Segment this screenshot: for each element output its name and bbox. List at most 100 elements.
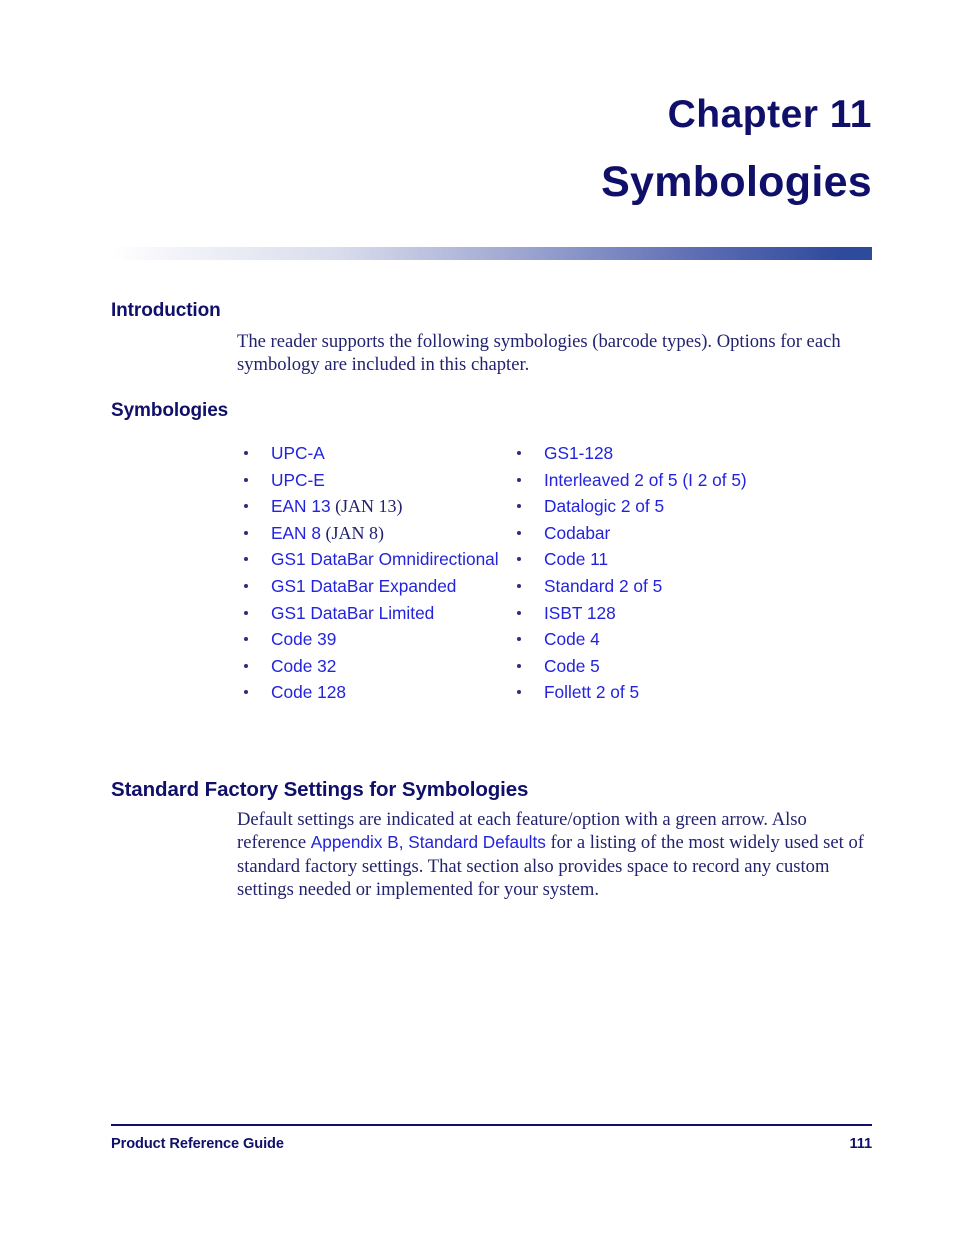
- bullet-dot-icon: [517, 690, 521, 695]
- symbology-label: GS1 DataBar Omnidirectional: [271, 549, 499, 570]
- factory-settings-text: Default settings are indicated at each f…: [237, 808, 873, 901]
- symbology-link[interactable]: GS1 DataBar Expanded: [271, 573, 456, 600]
- symbology-label: Code 32: [271, 655, 337, 676]
- list-item: EAN 8 (JAN 8): [240, 520, 510, 547]
- chapter-number: Chapter 11: [667, 93, 872, 136]
- list-item: Codabar: [513, 520, 853, 547]
- symbology-label: Code 5: [544, 655, 600, 676]
- list-item: Interleaved 2 of 5 (I 2 of 5): [513, 467, 853, 494]
- introduction-text: The reader supports the following symbol…: [237, 331, 841, 376]
- symbology-label: Standard 2 of 5: [544, 575, 663, 596]
- footer-rule: [111, 1124, 872, 1126]
- list-item: GS1-128: [513, 440, 853, 467]
- symbology-label: EAN 13: [271, 496, 331, 517]
- symbology-label: Code 39: [271, 629, 337, 650]
- symbology-link[interactable]: Code 4: [544, 626, 600, 653]
- symbology-link[interactable]: Code 32: [271, 653, 336, 680]
- bullet-dot-icon: [517, 637, 521, 642]
- symbology-label: GS1 DataBar Expanded: [271, 575, 457, 596]
- symbology-link[interactable]: EAN 13 (JAN 13): [271, 493, 403, 520]
- bullet-dot-icon: [244, 610, 248, 615]
- symbology-label: UPC-E: [271, 469, 325, 490]
- list-item: GS1 DataBar Omnidirectional: [240, 546, 510, 573]
- symbology-link[interactable]: Code 128: [271, 679, 346, 706]
- symbology-label: GS1-128: [544, 443, 614, 463]
- symbology-note: (JAN 13): [330, 496, 403, 517]
- symbology-link[interactable]: ISBT 128: [544, 600, 616, 627]
- symbology-note: (JAN 8): [320, 522, 384, 543]
- factory-settings-paragraph: Default settings are indicated at each f…: [237, 808, 873, 901]
- bullet-dot-icon: [244, 530, 248, 535]
- bullet-dot-icon: [244, 557, 248, 562]
- bullet-dot-icon: [244, 637, 248, 642]
- symbology-link[interactable]: Code 11: [544, 546, 608, 573]
- symbology-link[interactable]: Interleaved 2 of 5 (I 2 of 5): [544, 467, 747, 494]
- heading-symbologies: Symbologies: [111, 400, 229, 421]
- symbology-link[interactable]: GS1 DataBar Omnidirectional: [271, 546, 499, 573]
- footer-page-number: 111: [849, 1136, 873, 1152]
- bullet-dot-icon: [517, 530, 521, 535]
- chapter-header: Chapter 11 Symbologies: [112, 90, 872, 210]
- symbology-label: Code 128: [271, 682, 346, 703]
- list-item: Code 39: [240, 626, 510, 653]
- list-item: GS1 DataBar Expanded: [240, 573, 510, 600]
- list-item: Code 32: [240, 653, 510, 680]
- symbology-label: Interleaved 2 of 5 (I 2 of 5): [544, 469, 747, 490]
- bullet-dot-icon: [244, 504, 248, 509]
- list-item: Code 128: [240, 679, 510, 706]
- symbology-link[interactable]: Datalogic 2 of 5: [544, 493, 664, 520]
- symbology-link[interactable]: Follett 2 of 5: [544, 679, 639, 706]
- heading-introduction: Introduction: [111, 300, 221, 321]
- list-item: ISBT 128: [513, 600, 853, 627]
- link-appendix-b-standard-defaults[interactable]: Appendix B, Standard Defaults: [311, 832, 546, 852]
- symbology-link[interactable]: Standard 2 of 5: [544, 573, 662, 600]
- symbology-link[interactable]: EAN 8 (JAN 8): [271, 520, 384, 547]
- header-gradient-rule: [112, 247, 872, 260]
- symbology-label: Code 11: [544, 549, 609, 570]
- symbology-link[interactable]: UPC-A: [271, 440, 325, 467]
- list-item: Code 11: [513, 546, 853, 573]
- symbology-label: Datalogic 2 of 5: [544, 496, 665, 517]
- symbology-label: Follett 2 of 5: [544, 682, 640, 703]
- bullet-dot-icon: [244, 663, 248, 668]
- bullet-dot-icon: [244, 583, 248, 588]
- bullet-dot-icon: [517, 504, 521, 509]
- symbology-label: GS1 DataBar Limited: [271, 602, 435, 623]
- list-item: Follett 2 of 5: [513, 679, 853, 706]
- symbology-link[interactable]: Code 5: [544, 653, 600, 680]
- bullet-dot-icon: [517, 663, 521, 668]
- list-item: Standard 2 of 5: [513, 573, 853, 600]
- symbology-link[interactable]: GS1 DataBar Limited: [271, 600, 434, 627]
- chapter-title: Symbologies: [601, 158, 872, 206]
- bullet-dot-icon: [244, 690, 248, 695]
- bullet-dot-icon: [244, 451, 248, 455]
- bullet-dot-icon: [517, 477, 521, 482]
- bullet-dot-icon: [517, 451, 521, 455]
- list-item: UPC-E: [240, 467, 510, 494]
- symbology-label: ISBT 128: [544, 602, 616, 623]
- document-page: Chapter 11 Symbologies Introduction The …: [0, 0, 954, 1235]
- heading-standard-factory-settings: Standard Factory Settings for Symbologie…: [111, 778, 529, 801]
- symbology-link[interactable]: UPC-E: [271, 467, 325, 494]
- symbology-label: Codabar: [544, 522, 611, 543]
- footer-guide-title: Product Reference Guide: [111, 1136, 284, 1152]
- introduction-paragraph: The reader supports the following symbol…: [237, 330, 873, 377]
- symbology-label: Code 4: [544, 629, 600, 650]
- list-item: EAN 13 (JAN 13): [240, 493, 510, 520]
- symbology-link[interactable]: Codabar: [544, 520, 610, 547]
- list-item: Code 4: [513, 626, 853, 653]
- symbologies-list-left: UPC-A UPC-E EAN 13 (JAN 13) EAN 8 (JAN 8) GS…: [240, 440, 510, 706]
- list-item: Code 5: [513, 653, 853, 680]
- list-item: UPC-A: [240, 440, 510, 467]
- list-item: Datalogic 2 of 5: [513, 493, 853, 520]
- list-item: GS1 DataBar Limited: [240, 600, 510, 627]
- bullet-dot-icon: [517, 557, 521, 562]
- bullet-dot-icon: [244, 477, 248, 482]
- bullet-dot-icon: [517, 610, 521, 615]
- symbology-label: EAN 8: [271, 522, 321, 543]
- symbology-label: UPC-A: [271, 443, 325, 463]
- symbology-link[interactable]: Code 39: [271, 626, 336, 653]
- bullet-dot-icon: [517, 583, 521, 588]
- symbology-link[interactable]: GS1-128: [544, 440, 613, 467]
- page-footer: Product Reference Guide 111: [111, 1133, 872, 1155]
